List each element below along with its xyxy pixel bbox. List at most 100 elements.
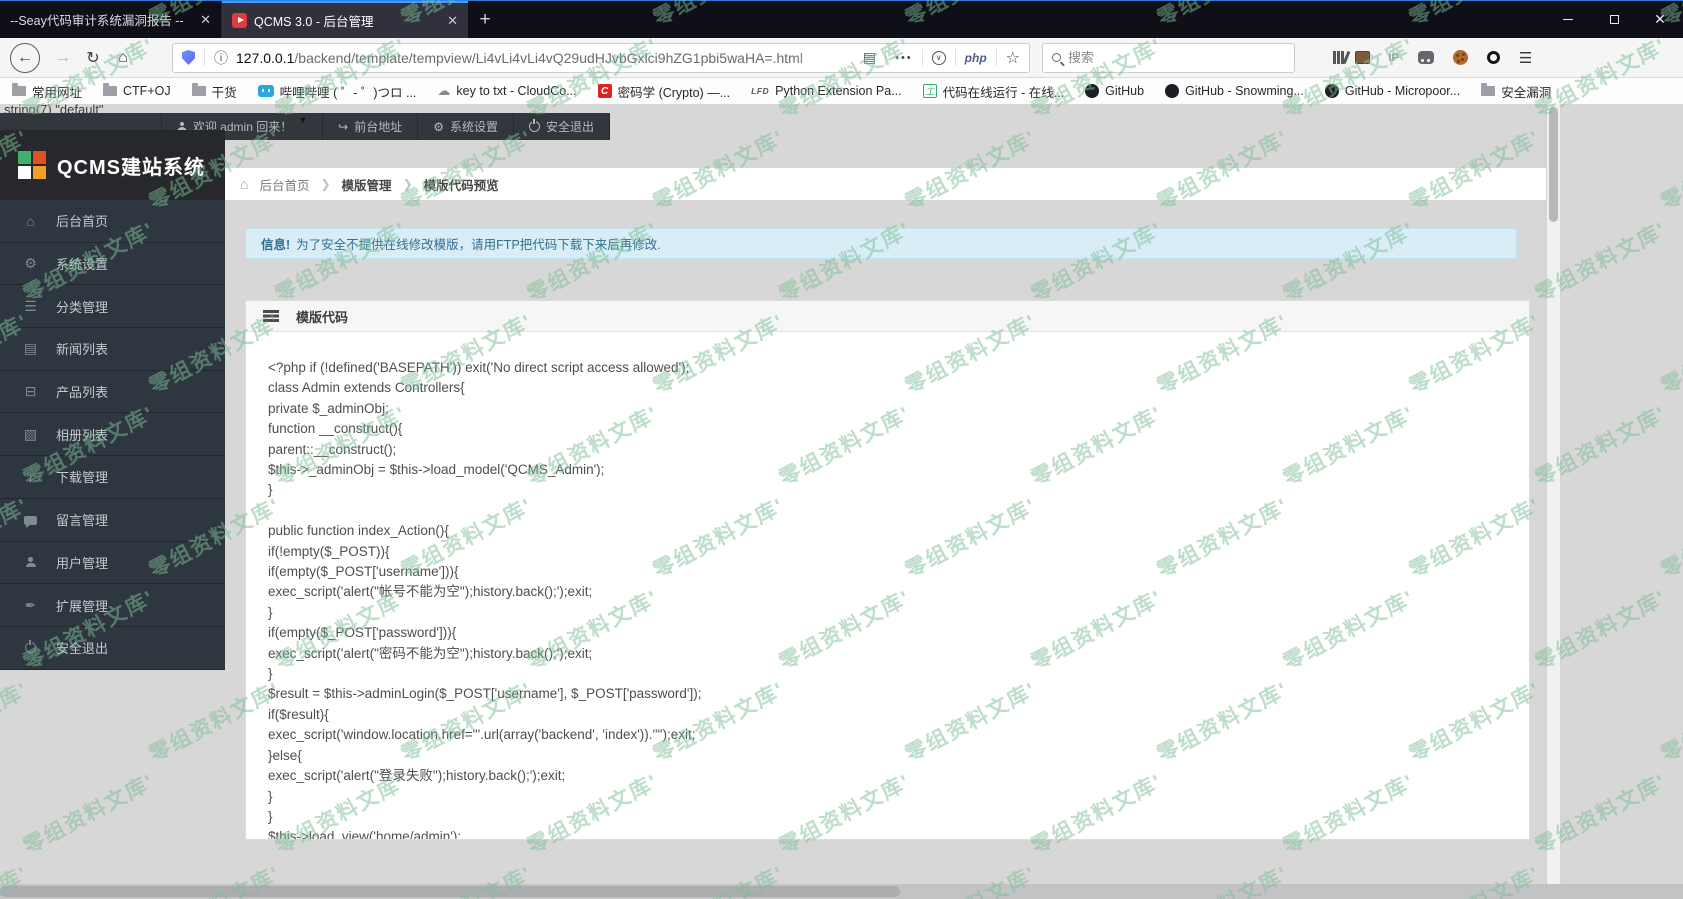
newspaper-icon: ▤ [22, 340, 39, 357]
back-button[interactable]: ← [10, 43, 40, 73]
code-line: exec_script('alert("帐号不能为空");history.bac… [268, 582, 1529, 602]
browser-tab-qcms[interactable]: QCMS 3.0 - 后台管理 ✕ [222, 1, 468, 38]
horizontal-scrollbar[interactable] [0, 884, 1683, 899]
code-line: private $_adminObj; [268, 399, 1529, 419]
topbar-system-settings[interactable]: ⚙ 系统设置 [417, 113, 513, 140]
maximize-button[interactable] [1591, 1, 1637, 38]
panel-header: 模版代码 [246, 301, 1529, 332]
bookmark-github-micropoor[interactable]: GitHub - Micropoor... [1325, 84, 1460, 98]
code-line: } [268, 603, 1529, 623]
home-button[interactable]: ⌂ [108, 43, 138, 73]
bookmark-github-snowming[interactable]: GitHub - Snowming... [1165, 84, 1304, 98]
folder-icon [103, 86, 117, 96]
search-input[interactable] [1068, 50, 1258, 65]
sidebar-item-logout[interactable]: 安全退出 [0, 627, 225, 670]
topbar-frontend-link[interactable]: ↪ 前台地址 [322, 113, 417, 140]
pocket-icon[interactable]: ∨ [932, 51, 946, 65]
sidebar-item-users[interactable]: 用户管理 [0, 542, 225, 585]
code-line: exec_script('alert("密码不能为空");history.bac… [268, 644, 1529, 664]
list-icon: ☰ [22, 298, 39, 315]
new-tab-button[interactable]: + [468, 1, 502, 38]
sidebar-label: 系统设置 [56, 254, 108, 273]
cookie-extension-icon[interactable] [1453, 50, 1468, 65]
github-icon [1085, 84, 1099, 98]
close-button[interactable]: ✕ [1637, 1, 1683, 38]
bookmark-folder[interactable]: 常用网址 [12, 82, 82, 101]
share-arrow-icon: ↪ [338, 120, 348, 134]
sidebar-item-news[interactable]: ▤新闻列表 [0, 328, 225, 371]
folder-icon [12, 86, 26, 96]
bookmark-bilibili[interactable]: 哔哩哔哩 ( ゜- ゜)つロ ... [258, 82, 417, 101]
window-controls: ✕ [1545, 1, 1683, 38]
container-extension-icon[interactable] [1418, 51, 1434, 64]
github-icon [1165, 84, 1179, 98]
bookmark-label: 哔哩哔哩 ( ゜- ゜)つロ ... [280, 82, 417, 101]
breadcrumb-template-link[interactable]: 模版管理 [342, 175, 392, 194]
browser-tab-seay[interactable]: --Seay代码审计系统漏洞报告 -- ✕ [0, 1, 222, 38]
topbar-label: 前台地址 [354, 118, 402, 135]
scrollbar-thumb[interactable] [0, 886, 900, 897]
code-line: } [268, 787, 1529, 807]
sidebar-item-products[interactable]: ⊟产品列表 [0, 371, 225, 414]
code-line: $this->_adminObj = $this->load_model('QC… [268, 460, 1529, 480]
bookmark-label: 安全漏洞 [1501, 82, 1551, 101]
php-extension-icon[interactable]: php [965, 51, 987, 65]
bookmark-label: GitHub [1105, 84, 1144, 98]
topbar-logout[interactable]: 安全退出 [513, 113, 610, 140]
sidebar-item-categories[interactable]: ☰分类管理 [0, 285, 225, 328]
library-icon[interactable] [1333, 51, 1336, 64]
panel-title: 模版代码 [296, 307, 348, 326]
tab-close-icon[interactable]: ✕ [200, 12, 211, 28]
minimize-button[interactable] [1545, 1, 1591, 38]
bookmark-coderunner[interactable]: 工代码在线运行 - 在线... [923, 82, 1065, 101]
tab-title: QCMS 3.0 - 后台管理 [254, 11, 439, 30]
reload-button[interactable]: ↻ [78, 43, 108, 73]
code-line: }else{ [268, 746, 1529, 766]
code-line: parent::__construct(); [268, 440, 1529, 460]
reader-mode-icon[interactable]: ▤ [863, 49, 876, 66]
bookmark-star-icon[interactable]: ☆ [1006, 48, 1020, 68]
sidebar-label: 后台首页 [56, 211, 108, 230]
bookmark-cloud[interactable]: ☁key to txt - CloudCo... [437, 83, 576, 99]
url-bar[interactable]: ⓘ 127.0.0.1/backend/template/tempview/Li… [172, 43, 1030, 73]
bookmark-folder[interactable]: CTF+OJ [103, 84, 171, 98]
tab-close-icon[interactable]: ✕ [447, 13, 458, 29]
sidebar-item-albums[interactable]: ▧相册列表 [0, 413, 225, 456]
adblock-extension-icon[interactable] [1487, 51, 1500, 64]
code-line: if(empty($_POST['username'])){ [268, 562, 1529, 582]
ip-extension-icon[interactable]: IP [1389, 52, 1399, 64]
site-info-icon[interactable]: ⓘ [214, 48, 228, 68]
forward-button[interactable]: → [48, 43, 78, 73]
menu-icon[interactable]: ☰ [1519, 49, 1532, 67]
sidebar-item-extensions[interactable]: ✒扩展管理 [0, 584, 225, 627]
scrollbar-thumb[interactable] [1549, 107, 1558, 222]
bookmark-crypto[interactable]: C密码学 (Crypto) —... [598, 82, 731, 101]
bookmark-folder-vuln[interactable]: 安全漏洞 [1481, 82, 1551, 101]
cloud-icon: ☁ [437, 83, 450, 99]
breadcrumb-home-link[interactable]: 后台首页 [259, 175, 309, 194]
sidebar-item-messages[interactable]: 留言管理 [0, 499, 225, 542]
sidebar-item-downloads[interactable]: ↓下载管理 [0, 456, 225, 499]
sidebar-item-home[interactable]: ⌂后台首页 [0, 200, 225, 243]
screenshot-extension-icon[interactable] [1355, 51, 1370, 64]
protection-shield-icon[interactable] [182, 50, 195, 65]
gear-icon: ⚙ [22, 255, 39, 272]
content-vertical-scrollbar[interactable] [1546, 104, 1561, 884]
bookmark-folder[interactable]: 干货 [192, 82, 237, 101]
qcms-logo[interactable]: QCMS建站系统 [0, 130, 225, 200]
search-box[interactable] [1042, 43, 1295, 73]
bookmark-python[interactable]: LFDPython Extension Pa... [751, 84, 902, 98]
divider [955, 49, 956, 66]
page-actions-icon[interactable]: ••• [895, 52, 913, 64]
gear-icon: ⚙ [433, 120, 444, 134]
code-line: } [268, 664, 1529, 684]
bookmark-github[interactable]: GitHub [1085, 84, 1144, 98]
sidebar-item-settings[interactable]: ⚙ 系统设置 [0, 243, 225, 286]
breadcrumb-current: 模版代码预览 [424, 175, 499, 194]
url-text[interactable]: 127.0.0.1/backend/template/tempview/Li4v… [236, 50, 863, 66]
url-path: /backend/template/tempview/Li4vLi4vLi4vQ… [294, 50, 803, 66]
divider [996, 49, 997, 66]
comment-icon [22, 512, 39, 528]
code-line: if(empty($_POST['password'])){ [268, 623, 1529, 643]
url-fade [793, 50, 863, 66]
